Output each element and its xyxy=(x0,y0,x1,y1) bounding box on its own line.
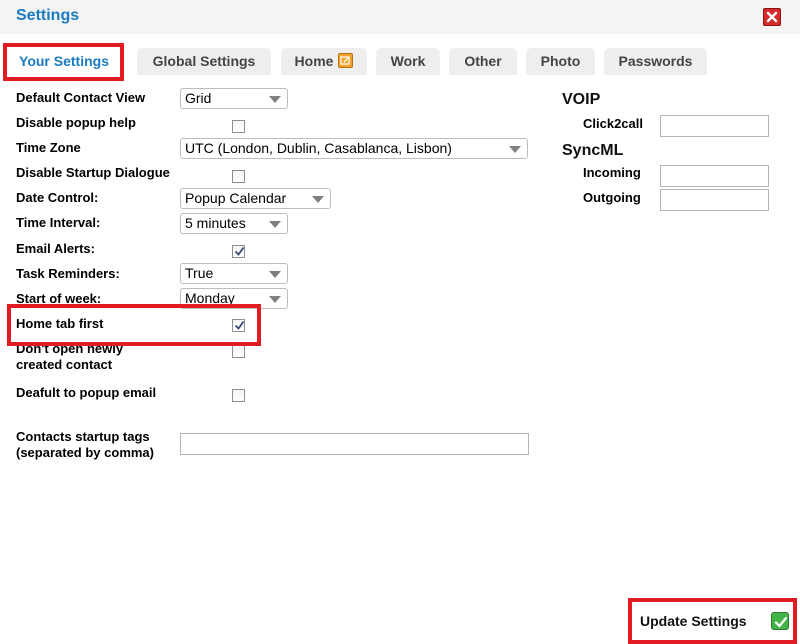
tab-your-settings[interactable]: Your Settings xyxy=(8,48,120,75)
tab-bar: Your Settings Global Settings Home Work … xyxy=(0,34,800,76)
checkmark-icon xyxy=(234,320,245,330)
home-tab-first-checkbox[interactable] xyxy=(232,319,245,332)
select-value: Popup Calendar xyxy=(185,190,287,206)
start-of-week-label: Start of week: xyxy=(16,291,102,306)
chevron-down-icon xyxy=(312,196,324,203)
default-contact-view-label: Default Contact View xyxy=(16,90,146,105)
chevron-down-icon xyxy=(269,296,281,303)
dont-open-new-contact-checkbox[interactable] xyxy=(232,345,245,358)
select-value: UTC (London, Dublin, Casablanca, Lisbon) xyxy=(185,140,452,156)
close-button[interactable] xyxy=(763,8,781,26)
task-reminders-label: Task Reminders: xyxy=(16,266,120,281)
tab-label: Other xyxy=(464,53,502,69)
edit-icon xyxy=(338,53,354,68)
close-icon xyxy=(766,11,778,23)
title-bar: Settings xyxy=(0,0,800,34)
home-tab-first-label: Home tab first xyxy=(16,316,104,331)
tab-work[interactable]: Work xyxy=(376,48,440,75)
contacts-startup-tags-label: Contacts startup tags (separated by comm… xyxy=(16,429,154,461)
select-value: True xyxy=(185,265,214,281)
incoming-input[interactable] xyxy=(660,165,769,187)
disable-popup-help-label: Disable popup help xyxy=(16,115,136,130)
default-contact-view-select[interactable]: Grid xyxy=(180,88,288,109)
email-alerts-checkbox[interactable] xyxy=(232,245,245,258)
time-interval-label: Time Interval: xyxy=(16,215,101,230)
tab-home[interactable]: Home xyxy=(281,48,367,75)
outgoing-label: Outgoing xyxy=(583,190,641,205)
task-reminders-select[interactable]: True xyxy=(180,263,288,284)
default-popup-email-checkbox[interactable] xyxy=(232,389,245,402)
window-title: Settings xyxy=(16,7,80,24)
check-icon[interactable] xyxy=(771,612,789,630)
click2call-input[interactable] xyxy=(660,115,769,137)
syncml-heading: SyncML xyxy=(562,142,624,159)
email-alerts-label: Email Alerts: xyxy=(16,241,95,256)
tab-photo[interactable]: Photo xyxy=(526,48,595,75)
default-popup-email-label: Deafult to popup email xyxy=(16,385,157,400)
outgoing-input[interactable] xyxy=(660,189,769,211)
tab-other[interactable]: Other xyxy=(449,48,517,75)
tab-global-settings[interactable]: Global Settings xyxy=(137,48,271,75)
contacts-startup-tags-input[interactable] xyxy=(180,433,529,455)
select-value: Monday xyxy=(185,290,235,306)
date-control-select[interactable]: Popup Calendar xyxy=(180,188,331,209)
tab-passwords[interactable]: Passwords xyxy=(604,48,707,75)
tab-label: Photo xyxy=(540,53,581,69)
time-zone-label: Time Zone xyxy=(16,140,81,155)
voip-heading: VOIP xyxy=(562,91,601,108)
tab-label: Work xyxy=(390,53,426,69)
disable-startup-dialogue-checkbox[interactable] xyxy=(232,170,245,183)
time-zone-select[interactable]: UTC (London, Dublin, Casablanca, Lisbon) xyxy=(180,138,528,159)
label-line: Contacts startup tags xyxy=(16,429,150,444)
disable-startup-dialogue-label: Disable Startup Dialogue xyxy=(16,165,170,180)
update-settings-button[interactable]: Update Settings xyxy=(640,613,747,629)
dont-open-new-contact-label: Don't open newly created contact xyxy=(16,341,123,373)
tab-label: Home xyxy=(294,53,334,69)
tab-label: Your Settings xyxy=(19,53,109,69)
label-line: Don't open newly xyxy=(16,341,124,356)
incoming-label: Incoming xyxy=(583,165,641,180)
tab-label: Global Settings xyxy=(152,53,256,69)
select-value: Grid xyxy=(185,90,212,106)
time-interval-select[interactable]: 5 minutes xyxy=(180,213,288,234)
label-line: (separated by comma) xyxy=(16,445,154,460)
tab-label: Passwords xyxy=(618,53,693,69)
disable-popup-help-checkbox[interactable] xyxy=(232,120,245,133)
label-line: created contact xyxy=(16,357,113,372)
click2call-label: Click2call xyxy=(583,116,643,131)
start-of-week-select[interactable]: Monday xyxy=(180,288,288,309)
chevron-down-icon xyxy=(269,271,281,278)
chevron-down-icon xyxy=(269,221,281,228)
checkmark-icon xyxy=(234,246,245,256)
select-value: 5 minutes xyxy=(185,215,246,231)
chevron-down-icon xyxy=(509,146,521,153)
date-control-label: Date Control: xyxy=(16,190,99,205)
chevron-down-icon xyxy=(269,96,281,103)
